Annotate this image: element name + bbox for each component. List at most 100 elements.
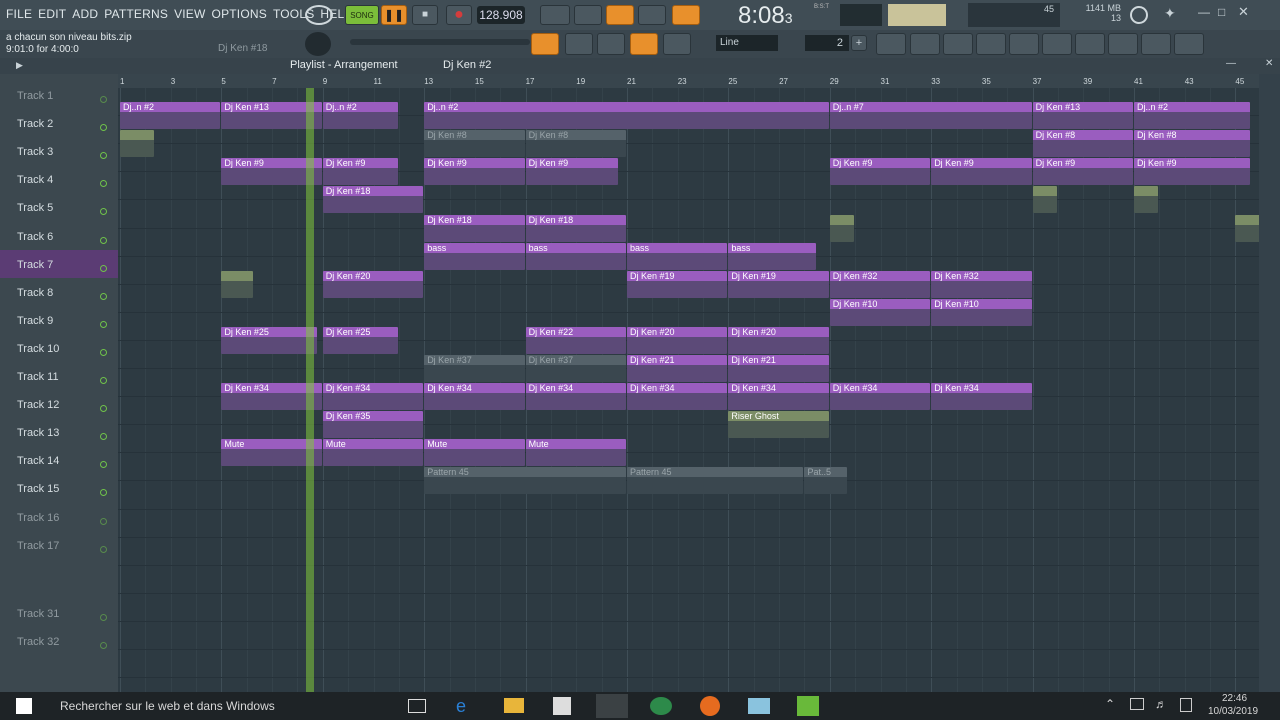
wait-button[interactable] — [574, 5, 602, 25]
track-mute-led[interactable] — [100, 292, 107, 300]
view-mic-button[interactable] — [1108, 33, 1138, 55]
track-mute-led[interactable] — [100, 264, 107, 272]
pattern-clip[interactable]: Dj Ken #13 — [1032, 102, 1133, 130]
track-header[interactable]: Track 14 — [0, 446, 118, 474]
track-mute-led[interactable] — [100, 613, 107, 621]
stamp-button[interactable] — [663, 33, 691, 55]
menu-add[interactable]: ADD — [72, 7, 98, 21]
timeline-ruler[interactable]: 1 3 5 7 9 11 13 15 17 19 21 23 25 27 29 31 33 35 37 39 41 43 4… — [118, 74, 1259, 88]
solitaire-icon[interactable] — [797, 696, 819, 716]
track-header[interactable]: Track 7 — [0, 249, 118, 278]
pattern-clip[interactable]: Dj Ken #37 — [525, 355, 626, 382]
view-playlist-button[interactable] — [876, 33, 906, 55]
pattern-clip[interactable]: bass — [424, 242, 525, 270]
pattern-clip[interactable]: Dj Ken #34 — [424, 383, 525, 411]
track-mute-led[interactable] — [100, 433, 107, 441]
menu-file[interactable]: FILE — [6, 7, 32, 21]
track-mute-led[interactable] — [100, 96, 107, 103]
song-mode-button[interactable]: SONG — [345, 5, 379, 25]
menu-view[interactable]: VIEW — [174, 7, 205, 21]
view-tempo-button[interactable] — [1075, 33, 1105, 55]
pattern-clip[interactable]: Dj Ken #37 — [424, 355, 525, 382]
pattern-clip[interactable]: bass — [627, 242, 728, 270]
pattern-clip[interactable]: Dj Ken #10 — [931, 298, 1032, 326]
track-mute-led[interactable] — [100, 461, 107, 469]
tempo-display[interactable]: 128.908 — [477, 6, 525, 24]
start-icon[interactable] — [16, 698, 32, 714]
tray-chevron-icon[interactable]: ⌃ — [1105, 697, 1115, 711]
pattern-clip[interactable]: Dj Ken #32 — [829, 270, 931, 298]
pattern-clip[interactable] — [120, 130, 155, 158]
pattern-clip[interactable]: Dj Ken #9 — [829, 158, 931, 186]
pattern-clip[interactable]: Dj Ken #19 — [728, 270, 829, 298]
track-mute-led[interactable] — [100, 545, 107, 553]
track-mute-led[interactable] — [100, 348, 107, 356]
pattern-clip[interactable]: Dj Ken #32 — [931, 270, 1032, 298]
view-browser-button[interactable] — [1009, 33, 1039, 55]
record-button[interactable]: ● — [446, 5, 472, 25]
pattern-clip[interactable]: Dj Ken #20 — [728, 326, 829, 354]
pattern-clip[interactable]: Dj Ken #8 — [424, 130, 525, 158]
pattern-clip[interactable]: Dj Ken #21 — [627, 355, 728, 382]
track-header[interactable]: Track 12 — [0, 390, 118, 418]
notification-icon[interactable] — [1180, 698, 1192, 712]
track-mute-led[interactable] — [100, 180, 107, 188]
taskbar-search[interactable]: Rechercher sur le web et dans Windows — [60, 699, 275, 713]
edge-icon[interactable]: e — [456, 696, 466, 717]
pattern-clip[interactable]: Dj Ken #35 — [322, 411, 424, 439]
step-sequencer-button[interactable] — [565, 33, 593, 55]
track-mute-led[interactable] — [100, 124, 107, 132]
track-header[interactable]: Track 2 — [0, 109, 118, 137]
menu-options[interactable]: OPTIONS — [212, 7, 267, 21]
pattern-clip[interactable]: Dj Ken #34 — [525, 383, 626, 411]
pattern-clip[interactable]: Mute — [424, 439, 525, 467]
track-mute-led[interactable] — [100, 377, 107, 384]
pattern-clip[interactable] — [829, 214, 855, 242]
app-icon-2[interactable] — [748, 698, 770, 714]
pattern-clip[interactable]: Dj..n #2 — [1134, 102, 1250, 130]
track-mute-led[interactable] — [100, 152, 107, 160]
vertical-scrollbar[interactable] — [1259, 74, 1280, 692]
piano-roll-button[interactable] — [531, 33, 559, 55]
slide-button[interactable] — [597, 33, 625, 55]
pattern-clip[interactable] — [1134, 186, 1159, 214]
pattern-clip[interactable]: Dj Ken #9 — [1134, 158, 1250, 186]
pattern-clip[interactable]: bass — [728, 242, 817, 270]
track-mute-led[interactable] — [100, 320, 107, 328]
pattern-clip[interactable] — [221, 270, 254, 298]
pattern-clip[interactable]: Dj Ken #9 — [525, 158, 619, 186]
pattern-clip[interactable]: Dj Ken #25 — [221, 326, 317, 354]
track-header[interactable]: Track 5 — [0, 193, 118, 221]
view-channel-rack-button[interactable] — [943, 33, 973, 55]
view-plugin-button[interactable] — [1042, 33, 1072, 55]
pattern-clip[interactable]: Riser Ghost — [728, 411, 829, 439]
pattern-clip[interactable]: Dj Ken #19 — [627, 270, 728, 298]
playlist-arrow-icon[interactable]: ▶ — [16, 60, 23, 71]
menu-edit[interactable]: EDIT — [38, 7, 66, 21]
pattern-clip[interactable]: Dj Ken #34 — [931, 383, 1032, 411]
online-icon[interactable] — [1130, 6, 1148, 24]
pattern-clip[interactable]: Dj..n #2 — [120, 102, 221, 130]
pattern-selector[interactable]: 2 — [805, 35, 849, 51]
track-header[interactable]: Track 11 — [0, 362, 118, 390]
playhead[interactable] — [306, 88, 314, 692]
pattern-clip[interactable]: Mute — [525, 439, 626, 467]
snap-select[interactable]: Line — [716, 35, 778, 51]
add-pattern-button[interactable]: + — [851, 35, 867, 51]
view-mixer-button[interactable] — [976, 33, 1006, 55]
explorer-icon[interactable] — [504, 698, 524, 713]
track-mute-led[interactable] — [100, 489, 107, 497]
pattern-clip[interactable]: Dj Ken #34 — [728, 383, 829, 411]
fl-studio-icon[interactable] — [596, 694, 628, 718]
pattern-clip[interactable]: Dj Ken #20 — [627, 326, 728, 354]
view-piano-roll-button[interactable] — [910, 33, 940, 55]
track-mute-led[interactable] — [100, 208, 107, 216]
pattern-clip[interactable]: Dj Ken #18 — [322, 186, 424, 214]
pattern-clip[interactable]: Dj Ken #25 — [322, 326, 398, 354]
loop-record-button[interactable] — [672, 5, 700, 25]
track-header[interactable]: Track 8 — [0, 278, 118, 306]
track-header[interactable]: Track 31 — [0, 599, 118, 627]
store-icon[interactable] — [553, 697, 571, 715]
pattern-clip[interactable]: Pattern 45 — [627, 467, 804, 495]
countdown-button[interactable] — [606, 5, 634, 25]
